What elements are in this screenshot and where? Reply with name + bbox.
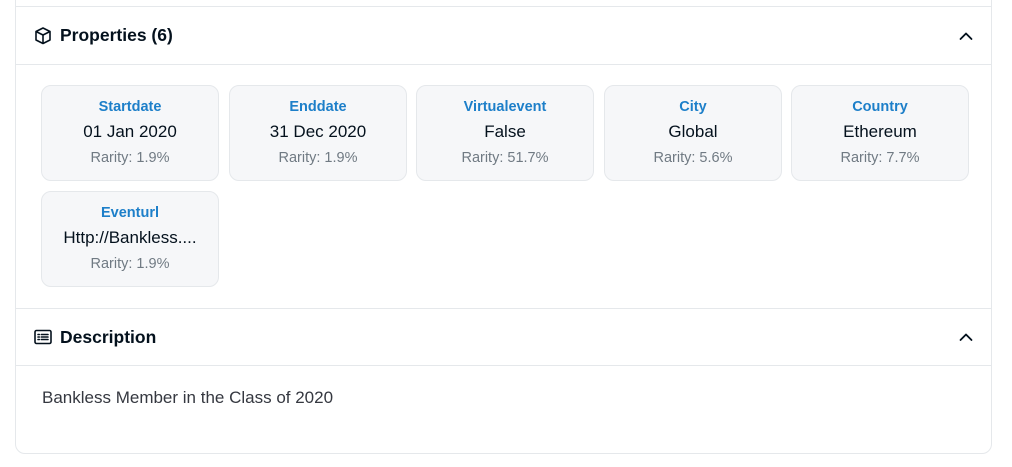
trait-rarity: Rarity: 51.7% bbox=[461, 150, 549, 166]
item-details-panel: Properties (6) Startdate 01 Jan 2020 Rar… bbox=[15, 0, 992, 454]
trait-card-startdate[interactable]: Startdate 01 Jan 2020 Rarity: 1.9% bbox=[41, 85, 219, 181]
trait-card-eventurl[interactable]: Eventurl Http://Bankless.... Rarity: 1.9… bbox=[41, 191, 219, 287]
properties-title: Properties (6) bbox=[60, 25, 173, 45]
trait-value: False bbox=[484, 122, 526, 141]
trait-card-country[interactable]: Country Ethereum Rarity: 7.7% bbox=[791, 85, 969, 181]
properties-grid: Startdate 01 Jan 2020 Rarity: 1.9% Endda… bbox=[16, 65, 991, 308]
trait-value: Http://Bankless.... bbox=[63, 228, 197, 247]
description-header[interactable]: Description bbox=[16, 308, 991, 366]
list-icon bbox=[33, 327, 53, 347]
trait-card-enddate[interactable]: Enddate 31 Dec 2020 Rarity: 1.9% bbox=[229, 85, 407, 181]
trait-rarity: Rarity: 1.9% bbox=[278, 150, 358, 166]
description-body: Bankless Member in the Class of 2020 bbox=[16, 366, 991, 453]
trait-rarity: Rarity: 1.9% bbox=[90, 256, 170, 272]
cube-icon bbox=[33, 26, 53, 46]
trait-card-virtualevent[interactable]: Virtualevent False Rarity: 51.7% bbox=[416, 85, 594, 181]
trait-card-city[interactable]: City Global Rarity: 5.6% bbox=[604, 85, 782, 181]
trait-type: Country bbox=[852, 99, 908, 115]
trait-value: 01 Jan 2020 bbox=[83, 122, 177, 141]
properties-header[interactable]: Properties (6) bbox=[16, 7, 991, 65]
previous-section-edge bbox=[16, 0, 991, 7]
trait-type: Enddate bbox=[289, 99, 347, 115]
trait-value: 31 Dec 2020 bbox=[269, 122, 367, 141]
trait-type: Eventurl bbox=[100, 205, 159, 221]
trait-type: Startdate bbox=[98, 99, 162, 115]
trait-rarity: Rarity: 5.6% bbox=[653, 150, 733, 166]
trait-type: Virtualevent bbox=[463, 99, 547, 115]
trait-rarity: Rarity: 7.7% bbox=[840, 150, 920, 166]
chevron-up-icon[interactable] bbox=[957, 27, 975, 45]
description-title: Description bbox=[60, 326, 157, 347]
trait-value: Global bbox=[668, 122, 718, 141]
description-text: Bankless Member in the Class of 2020 bbox=[42, 388, 334, 407]
trait-rarity: Rarity: 1.9% bbox=[90, 150, 170, 166]
trait-value: Ethereum bbox=[843, 122, 917, 141]
chevron-up-icon[interactable] bbox=[957, 328, 975, 346]
trait-type: City bbox=[679, 99, 707, 115]
